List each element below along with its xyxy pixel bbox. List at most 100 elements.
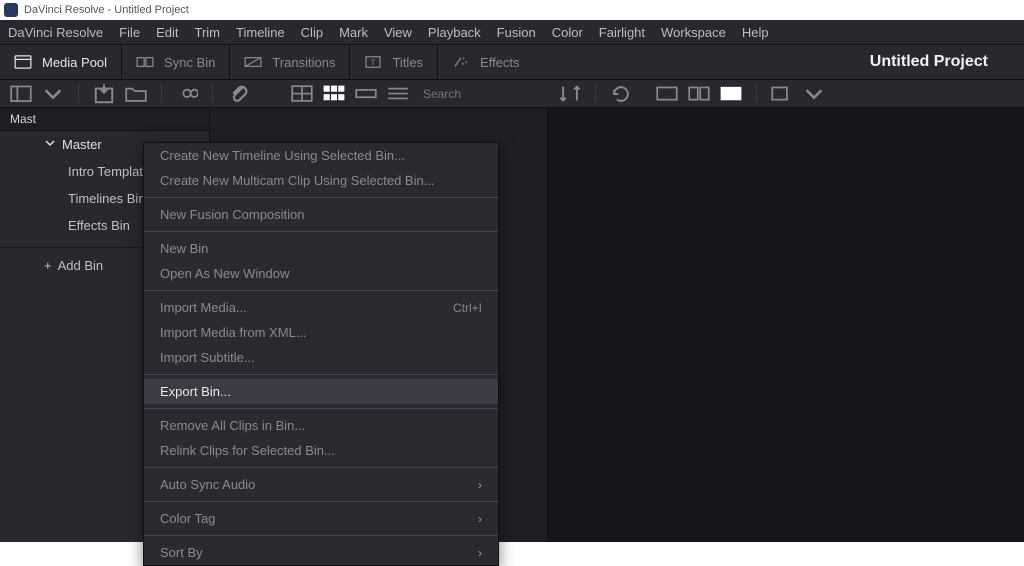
refresh-icon[interactable] <box>610 85 632 103</box>
context-menu-item[interactable]: Sort By › <box>144 540 498 565</box>
sync-bin-label: Sync Bin <box>164 55 215 70</box>
top-toolbar: Media Pool Sync Bin Transitions T Titles… <box>0 44 1024 80</box>
menu-timeline[interactable]: Timeline <box>236 25 285 40</box>
bin-tab-spacer <box>36 108 209 131</box>
import-media-icon[interactable] <box>93 85 115 103</box>
list-view-icon[interactable] <box>387 85 409 103</box>
context-menu: Create New Timeline Using Selected Bin..… <box>143 142 499 566</box>
menu-fusion[interactable]: Fusion <box>497 25 536 40</box>
viewer-single-icon[interactable] <box>656 85 678 103</box>
menu-playback[interactable]: Playback <box>428 25 481 40</box>
strip-view-icon[interactable] <box>355 85 377 103</box>
context-menu-item-label: Import Media from XML... <box>160 325 307 340</box>
context-menu-item[interactable]: Open As New Window <box>144 261 498 286</box>
chevron-right-icon: › <box>478 478 482 492</box>
toolbar-group-transitions[interactable]: Transitions <box>230 45 350 79</box>
media-pool-icon <box>14 55 32 69</box>
menu-workspace[interactable]: Workspace <box>661 25 726 40</box>
menu-fairlight[interactable]: Fairlight <box>599 25 645 40</box>
menu-trim[interactable]: Trim <box>195 25 221 40</box>
context-menu-item-label: Export Bin... <box>160 384 231 399</box>
metadata-view-icon[interactable] <box>291 85 313 103</box>
context-menu-separator <box>144 374 498 375</box>
toolbar-group-media-pool[interactable]: Media Pool <box>10 45 122 79</box>
attach-icon[interactable] <box>227 85 249 103</box>
context-menu-item-label: Import Media... <box>160 300 247 315</box>
context-menu-item[interactable]: Relink Clips for Selected Bin... <box>144 438 498 463</box>
context-menu-separator <box>144 290 498 291</box>
titles-label: Titles <box>392 55 423 70</box>
thumbnail-view-icon[interactable] <box>323 85 345 103</box>
transitions-label: Transitions <box>272 55 335 70</box>
chevron-down-icon[interactable] <box>42 85 64 103</box>
menu-color[interactable]: Color <box>552 25 583 40</box>
context-menu-item[interactable]: New Bin <box>144 236 498 261</box>
context-menu-item[interactable]: Remove All Clips in Bin... <box>144 413 498 438</box>
search-input[interactable] <box>419 84 539 104</box>
chevron-right-icon: › <box>478 546 482 560</box>
sort-icon[interactable] <box>559 85 581 103</box>
menu-view[interactable]: View <box>384 25 412 40</box>
menu-bar: DaVinci Resolve File Edit Trim Timeline Clip M… <box>0 20 1024 44</box>
context-menu-separator <box>144 501 498 502</box>
effects-icon <box>452 55 470 69</box>
context-menu-item-label: New Fusion Composition <box>160 207 305 222</box>
context-menu-shortcut: Ctrl+I <box>453 301 482 315</box>
menu-edit[interactable]: Edit <box>156 25 178 40</box>
sync-bin-icon <box>136 55 154 69</box>
toolbar-group-effects[interactable]: Effects <box>438 45 534 79</box>
toolbar-group-sync-bin[interactable]: Sync Bin <box>122 45 230 79</box>
plus-icon: + <box>44 258 52 273</box>
context-menu-item[interactable]: Create New Multicam Clip Using Selected … <box>144 168 498 193</box>
context-menu-separator <box>144 231 498 232</box>
context-menu-item-label: Sort By <box>160 545 203 560</box>
import-folder-icon[interactable] <box>125 85 147 103</box>
media-pool-label: Media Pool <box>42 55 107 70</box>
toolbar-group-titles[interactable]: T Titles <box>350 45 438 79</box>
context-menu-item-label: Create New Timeline Using Selected Bin..… <box>160 148 405 163</box>
context-menu-item[interactable]: Color Tag › <box>144 506 498 531</box>
project-title: Untitled Project <box>870 53 1014 71</box>
context-menu-item-label: Color Tag <box>160 511 215 526</box>
menu-clip[interactable]: Clip <box>301 25 323 40</box>
menu-file[interactable]: File <box>119 25 140 40</box>
app-icon <box>4 3 18 17</box>
transitions-icon <box>244 55 262 69</box>
context-menu-item-label: Open As New Window <box>160 266 289 281</box>
viewer-dual-icon[interactable] <box>688 85 710 103</box>
context-menu-separator <box>144 467 498 468</box>
context-menu-item-label: Relink Clips for Selected Bin... <box>160 443 335 458</box>
add-bin-label: Add Bin <box>58 258 104 273</box>
context-menu-item-label: New Bin <box>160 241 208 256</box>
sub-toolbar <box>0 80 1024 108</box>
context-menu-item-label: Import Subtitle... <box>160 350 255 365</box>
titles-icon: T <box>364 55 382 69</box>
context-menu-item[interactable]: Import Subtitle... <box>144 345 498 370</box>
sub-toolbar-right <box>646 80 835 107</box>
menu-davinci-resolve[interactable]: DaVinci Resolve <box>8 25 103 40</box>
context-menu-item[interactable]: Import Media... Ctrl+I <box>144 295 498 320</box>
chevron-down-icon <box>44 137 56 152</box>
link-icon[interactable] <box>176 85 198 103</box>
bin-list-toggle-icon[interactable] <box>10 85 32 103</box>
context-menu-item[interactable]: Import Media from XML... <box>144 320 498 345</box>
context-menu-item[interactable]: Auto Sync Audio› <box>144 472 498 497</box>
sub-toolbar-left <box>0 80 259 107</box>
svg-text:T: T <box>371 59 376 68</box>
effects-label: Effects <box>480 55 520 70</box>
context-menu-item-label: Create New Multicam Clip Using Selected … <box>160 173 435 188</box>
viewer-cinema-icon[interactable] <box>720 85 742 103</box>
menu-help[interactable]: Help <box>742 25 769 40</box>
bin-tab[interactable]: Master <box>0 108 36 131</box>
chevron-down-icon[interactable] <box>803 85 825 103</box>
context-menu-item[interactable]: Create New Timeline Using Selected Bin..… <box>144 143 498 168</box>
context-menu-item[interactable]: New Fusion Composition <box>144 202 498 227</box>
master-bin-label: Master <box>62 137 102 152</box>
context-menu-separator <box>144 408 498 409</box>
window-title: DaVinci Resolve - Untitled Project <box>24 4 189 16</box>
viewer-options-icon[interactable] <box>771 85 793 103</box>
menu-mark[interactable]: Mark <box>339 25 368 40</box>
context-menu-separator <box>144 197 498 198</box>
chevron-right-icon: › <box>478 512 482 526</box>
context-menu-item[interactable]: Export Bin... <box>144 379 498 404</box>
